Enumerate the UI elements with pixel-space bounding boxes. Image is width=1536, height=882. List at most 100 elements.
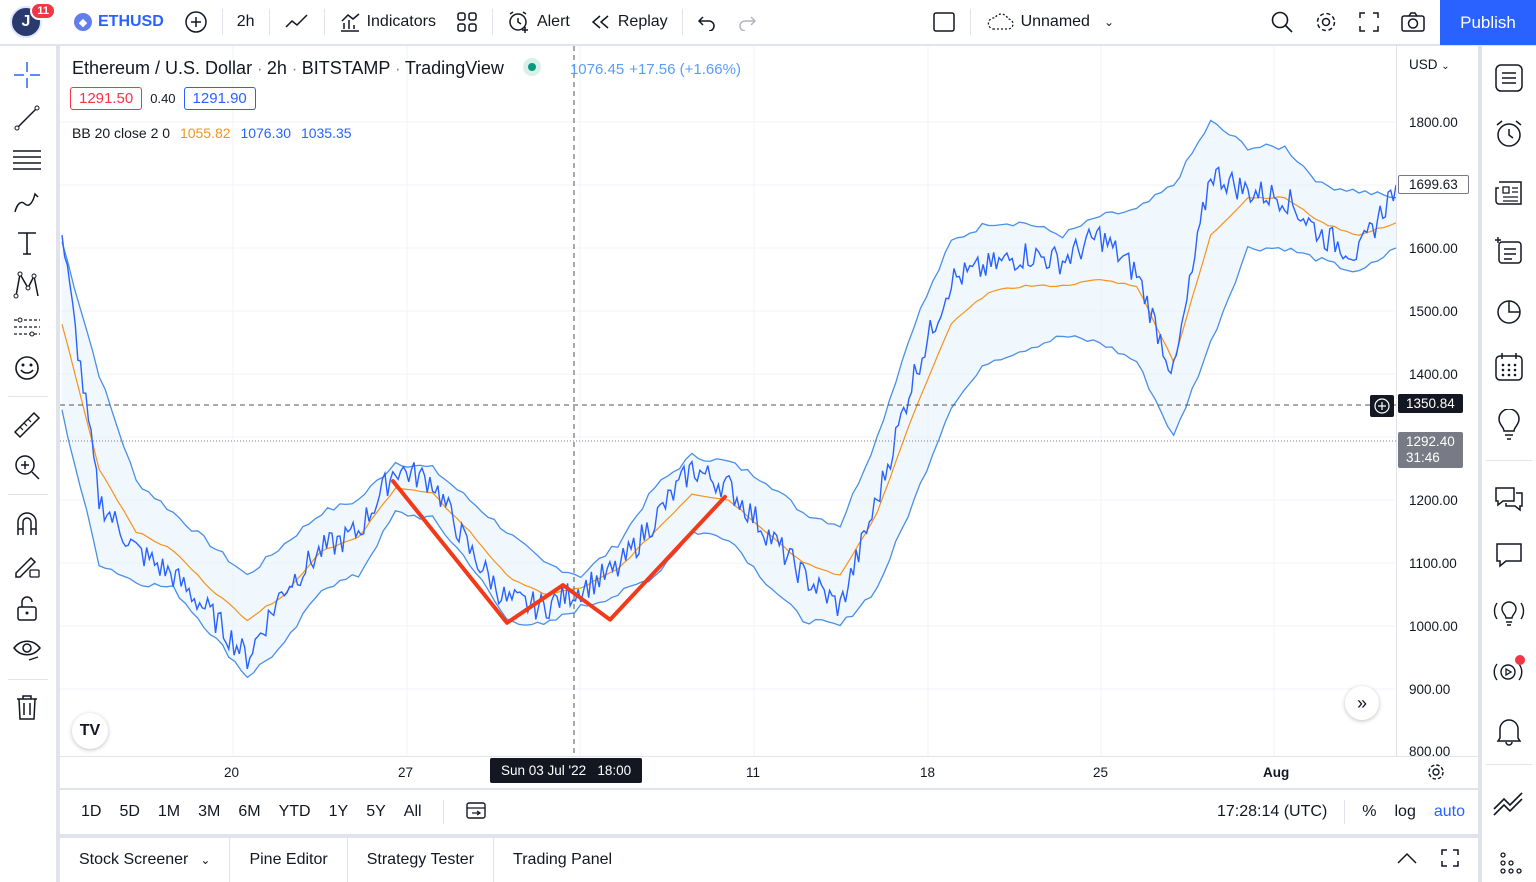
text-icon (18, 232, 36, 255)
eye-icon (13, 640, 41, 661)
ideas-stream-button[interactable] (1490, 232, 1528, 270)
utc-clock[interactable]: 17:28:14 (UTC) (1208, 803, 1336, 821)
compare-symbol-button[interactable] (174, 0, 218, 45)
time-tick: Aug (1263, 765, 1290, 780)
search-button[interactable] (1260, 0, 1304, 45)
range-3m[interactable]: 3M (189, 803, 229, 821)
indicators-button[interactable]: Indicators (329, 0, 446, 45)
scroll-to-realtime-button[interactable]: » (1345, 686, 1379, 720)
measure-tool[interactable] (10, 408, 44, 442)
range-all[interactable]: All (395, 803, 431, 821)
magnet-tool[interactable] (10, 507, 44, 541)
collapse-panel-button[interactable] (1396, 851, 1418, 870)
log-scale-toggle[interactable]: log (1386, 803, 1425, 821)
templates-button[interactable] (446, 0, 488, 45)
news-button[interactable] (1490, 174, 1528, 212)
data-window-button[interactable] (1490, 292, 1528, 330)
rewind-icon (591, 15, 609, 29)
hide-drawings-tool[interactable] (10, 632, 44, 666)
price-tick: 1800.00 (1409, 115, 1458, 130)
auto-scale-toggle[interactable]: auto (1425, 803, 1474, 821)
layout-select-button[interactable] (922, 0, 966, 45)
price-tick: 900.00 (1409, 682, 1451, 697)
fullscreen-button[interactable] (1348, 0, 1390, 45)
redo-icon (738, 16, 756, 31)
alert-button[interactable]: Alert (497, 0, 580, 45)
replay-button[interactable]: Replay (580, 0, 678, 45)
range-5d[interactable]: 5D (110, 803, 148, 821)
magnet-icon (17, 512, 37, 535)
user-avatar[interactable]: J 11 (10, 2, 56, 38)
messages-button[interactable] (1490, 536, 1528, 574)
redo-button[interactable] (727, 0, 767, 45)
sell-price-button[interactable]: 1291.50 (70, 87, 143, 110)
snapshot-button[interactable] (1390, 0, 1436, 45)
bb-basis-value: 1055.82 (179, 125, 231, 141)
buy-price-button[interactable]: 1291.90 (183, 87, 256, 110)
lock-all-tool[interactable] (10, 591, 44, 625)
icons-tool[interactable] (10, 351, 44, 385)
undo-button[interactable] (687, 0, 727, 45)
tab-strategy-tester[interactable]: Strategy Tester (348, 838, 495, 882)
market-status-dot[interactable] (522, 58, 541, 76)
zoom-in-tool[interactable] (10, 450, 44, 484)
add-alert-button[interactable] (1370, 395, 1394, 417)
price-tick: 1100.00 (1409, 556, 1457, 571)
watchlist-button[interactable] (1490, 59, 1528, 97)
range-1m[interactable]: 1M (149, 803, 189, 821)
tab-trading-panel[interactable]: Trading Panel (494, 838, 631, 882)
symbol-title[interactable]: Ethereum / U.S. Dollar (72, 58, 252, 78)
range-1d[interactable]: 1D (72, 803, 110, 821)
remove-drawings-tool[interactable] (10, 690, 44, 724)
trend-line-tool[interactable] (10, 101, 44, 135)
chart-type-button[interactable] (274, 0, 320, 45)
alarm-clock-plus-icon (509, 11, 528, 33)
notifications-button[interactable] (1490, 712, 1528, 750)
interval-button[interactable]: 2h (227, 0, 265, 45)
range-ytd[interactable]: YTD (270, 803, 320, 821)
chat-bubble-icon (1496, 543, 1522, 568)
range-1y[interactable]: 1Y (320, 803, 358, 821)
hotlists-button[interactable] (1490, 842, 1528, 880)
tab-pine-editor[interactable]: Pine Editor (230, 838, 348, 882)
chart-pane[interactable]: Ethereum / U.S. Dollar · 2h · BITSTAMP ·… (60, 46, 1478, 788)
brush-tool[interactable] (10, 185, 44, 219)
pattern-tool[interactable] (10, 268, 44, 302)
fib-tool[interactable] (10, 142, 44, 176)
maximize-panel-button[interactable] (1440, 848, 1460, 873)
grid-icon (457, 12, 477, 32)
ideas-button[interactable] (1490, 406, 1528, 444)
prediction-tool[interactable] (10, 310, 44, 344)
percent-scale-toggle[interactable]: % (1353, 803, 1385, 821)
chevron-up-icon (1397, 852, 1417, 864)
publish-button[interactable]: Publish (1440, 0, 1536, 45)
time-axis[interactable]: 20 27 11 18 25 Aug Sun 03 Jul '22 18:00 (60, 756, 1478, 788)
square-icon (932, 12, 955, 32)
price-chart[interactable] (60, 46, 1478, 788)
alerts-button[interactable] (1490, 115, 1528, 153)
currency-select[interactable]: USD ⌄ (1409, 57, 1450, 72)
range-6m[interactable]: 6M (229, 803, 269, 821)
bb-indicator-legend[interactable]: BB 20 close 2 0 1055.82 1076.30 1035.35 (72, 125, 352, 141)
symbol-search-button[interactable]: ◆ ETHUSD (64, 0, 174, 45)
pencil-lock-icon (15, 556, 40, 578)
calendar-button[interactable] (1490, 348, 1528, 386)
prediction-icon (14, 317, 40, 337)
price-axis[interactable]: USD ⌄ 1800.00 1600.00 1500.00 1400.00 12… (1396, 46, 1478, 759)
alarm-clock-icon (1496, 120, 1522, 147)
lock-drawings-tool[interactable] (10, 549, 44, 583)
chats-button[interactable] (1490, 480, 1528, 518)
streams-button[interactable] (1490, 594, 1528, 632)
live-streams-button[interactable] (1490, 652, 1528, 690)
range-5y[interactable]: 5Y (357, 803, 395, 821)
tradingview-logo[interactable]: TV (72, 713, 108, 749)
tab-stock-screener[interactable]: Stock Screener ⌄ (60, 838, 231, 882)
crosshair-tool[interactable] (10, 58, 44, 92)
axis-settings-button[interactable] (1426, 762, 1446, 787)
trading-signals-button[interactable] (1490, 784, 1528, 822)
go-to-date-button[interactable] (456, 800, 496, 825)
save-layout-button[interactable]: Unnamed ⌄ (975, 0, 1124, 45)
maximize-icon (1441, 848, 1459, 867)
settings-button[interactable] (1304, 0, 1348, 45)
text-tool[interactable] (10, 226, 44, 260)
